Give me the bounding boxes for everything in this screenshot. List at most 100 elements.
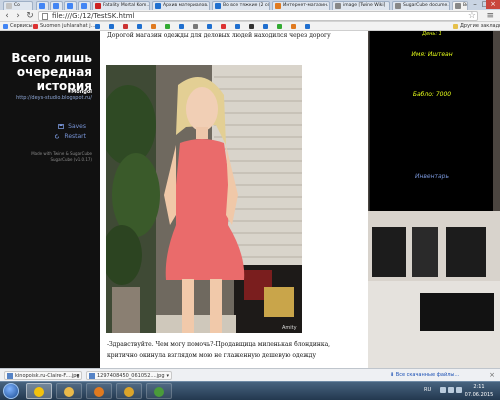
bookmark-favicon-icon	[193, 24, 198, 29]
tab-favicon-icon	[6, 3, 12, 9]
browser-tab[interactable]: Интернет-магазин…	[272, 1, 330, 10]
bookmark-item[interactable]: Suomen juhlarahat j…	[32, 23, 96, 30]
page-icon	[42, 13, 48, 20]
bookmark-item[interactable]	[304, 23, 312, 30]
browser-tab[interactable]	[36, 1, 49, 10]
restart-label: Restart	[64, 133, 86, 140]
clock[interactable]: 2:11 07.06.2015	[464, 383, 494, 399]
inventory-link[interactable]: Инвентарь	[370, 173, 494, 180]
bookmark-favicon-icon	[179, 24, 184, 29]
bookmark-item[interactable]	[290, 23, 298, 30]
download-item[interactable]: 1297408450_061052....jpg ▾	[86, 371, 172, 380]
restart-button[interactable]: Restart	[20, 133, 86, 140]
language-indicator[interactable]: RU	[424, 387, 431, 393]
flag-tray-icon[interactable]	[440, 387, 446, 393]
bookmark-favicon-icon	[3, 24, 8, 29]
passage-intro-text: Дорогой магазин одежды для деловых людей…	[107, 32, 331, 39]
bookmark-item[interactable]	[234, 23, 242, 30]
image-watermark: Amity	[282, 325, 297, 331]
browser-tab[interactable]	[50, 1, 63, 10]
tab-favicon-icon	[39, 3, 45, 9]
bookmark-item[interactable]	[262, 23, 270, 30]
bookmark-item[interactable]	[122, 23, 130, 30]
taskbar-app[interactable]	[116, 383, 142, 399]
bookmark-item[interactable]	[150, 23, 158, 30]
credits: Made with Twine & SugarCube SugarCube (v…	[6, 151, 92, 163]
story-image: Amity	[106, 65, 302, 333]
downloads-bar: kinopoisk.ru-Claire-F....jpg ▾ 129740845…	[0, 368, 500, 381]
close-icon[interactable]: ×	[489, 370, 495, 380]
other-bookmarks[interactable]: Другие закладки	[452, 23, 500, 30]
tab-label: Fatality Mortal Kom…	[103, 3, 149, 8]
saves-label: Saves	[68, 123, 86, 130]
window-close-button[interactable]: ×	[486, 0, 500, 9]
taskbar-app[interactable]	[146, 383, 172, 399]
bookmark-item[interactable]	[94, 23, 102, 30]
tab-label: image [Twine Wiki]	[343, 3, 386, 8]
tab-favicon-icon	[81, 3, 87, 9]
stats-panel: День: 1 Имя: Иштеан Бабло: 7000 Инвентар…	[369, 31, 493, 211]
download-filename: kinopoisk.ru-Claire-F....jpg	[15, 373, 80, 379]
bookmark-favicon-icon	[235, 24, 240, 29]
bookmark-item[interactable]	[248, 23, 256, 30]
browser-tab[interactable]: Во…	[452, 1, 468, 10]
clock-time: 2:11	[473, 384, 485, 390]
stats-name: Имя: Иштеан	[411, 51, 453, 58]
menu-icon[interactable]: ≡	[486, 11, 494, 21]
bookmark-favicon-icon	[165, 24, 170, 29]
bookmark-item[interactable]	[276, 23, 284, 30]
chevron-down-icon[interactable]: ▾	[76, 372, 79, 379]
bookmark-favicon-icon	[263, 24, 268, 29]
tab-favicon-icon	[95, 3, 101, 9]
browser-tab[interactable]	[78, 1, 91, 10]
chevron-down-icon[interactable]: ▾	[166, 372, 169, 379]
tab-favicon-icon	[335, 3, 341, 9]
start-button[interactable]	[3, 383, 19, 399]
saves-icon	[58, 124, 65, 129]
all-downloads-label: Все скачанные файлы…	[395, 372, 460, 378]
tab-label: Во…	[463, 3, 467, 8]
bookmark-item[interactable]	[206, 23, 214, 30]
bookmark-label: Сервисы	[10, 23, 33, 29]
bookmark-item[interactable]	[178, 23, 186, 30]
tab-favicon-icon	[67, 3, 73, 9]
bookmark-item[interactable]	[136, 23, 144, 30]
forward-button[interactable]: ›	[13, 11, 23, 21]
browser-tab[interactable]: Архив материалов…	[152, 1, 210, 10]
tab-favicon-icon	[275, 3, 281, 9]
bookmark-favicon-icon	[151, 24, 156, 29]
minimize-button[interactable]: –	[470, 0, 480, 9]
bookmark-item[interactable]	[108, 23, 116, 30]
network-tray-icon[interactable]	[448, 387, 454, 393]
browser-tab[interactable]: Во все тяжкие (2 се…	[212, 1, 270, 10]
browser-tab[interactable]: Fatality Mortal Kom…	[92, 1, 150, 10]
taskbar-app[interactable]	[26, 383, 52, 399]
taskbar-app[interactable]	[86, 383, 112, 399]
reload-button[interactable]: ↻	[25, 11, 35, 21]
story-title: Всего лишь очередная история	[11, 51, 92, 93]
browser-tab[interactable]	[64, 1, 77, 10]
tab-label: Со	[14, 3, 20, 8]
bookmark-favicon-icon	[95, 24, 100, 29]
browser-tab[interactable]: image [Twine Wiki]	[332, 1, 390, 10]
saves-button[interactable]: Saves	[20, 123, 86, 130]
bookmark-item[interactable]	[220, 23, 228, 30]
taskbar-app[interactable]	[56, 383, 82, 399]
story-author-link[interactable]: http://deys-studio.blogspot.ru/	[6, 95, 92, 102]
browser-tab[interactable]: Со	[3, 1, 33, 10]
bookmark-item[interactable]: Сервисы	[2, 23, 33, 30]
bookmark-favicon-icon	[291, 24, 296, 29]
other-bookmarks-label: Другие закладки	[460, 23, 500, 29]
download-item[interactable]: kinopoisk.ru-Claire-F....jpg ▾	[4, 371, 82, 380]
back-button[interactable]: ‹	[2, 11, 12, 21]
browser-tab[interactable]: SugarCube docume…	[392, 1, 450, 10]
bookmark-star-icon[interactable]: ☆	[468, 11, 476, 21]
volume-tray-icon[interactable]	[456, 387, 462, 393]
url-text: file:///G:/12/TestSK.html	[52, 12, 135, 20]
bookmark-item[interactable]	[192, 23, 200, 30]
stats-day: День: 1	[422, 31, 442, 37]
bookmark-item[interactable]	[164, 23, 172, 30]
all-downloads-link[interactable]: ⬇ Все скачанные файлы…	[390, 371, 459, 380]
browser-toolbar: ‹ › ↻ file:///G:/12/TestSK.html ☆ ≡	[0, 10, 500, 22]
address-bar[interactable]: file:///G:/12/TestSK.html	[38, 11, 478, 21]
